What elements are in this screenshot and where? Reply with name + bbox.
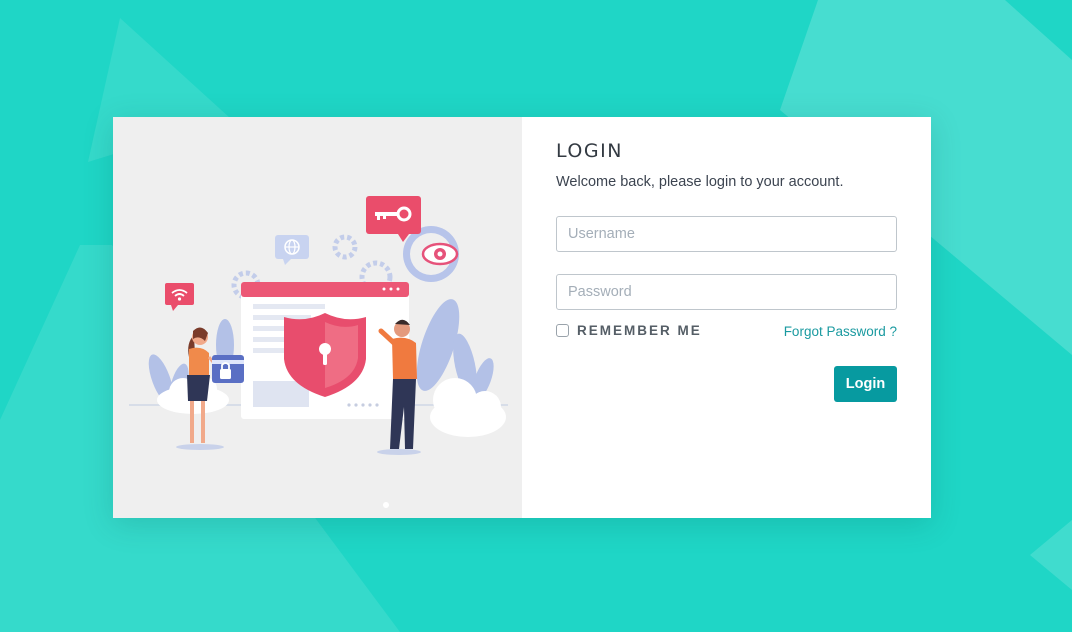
padlock-icon bbox=[212, 355, 244, 383]
illustration-panel bbox=[113, 117, 522, 518]
login-subtitle: Welcome back, please login to your accou… bbox=[556, 174, 844, 190]
remember-me-label[interactable]: REMEMBER ME bbox=[577, 323, 702, 338]
globe-icon bbox=[275, 235, 309, 265]
username-input[interactable] bbox=[556, 216, 897, 252]
password-input[interactable] bbox=[556, 274, 897, 310]
security-illustration bbox=[129, 196, 508, 455]
carousel-indicator[interactable] bbox=[383, 502, 389, 508]
forgot-password-link[interactable]: Forgot Password ? bbox=[784, 324, 897, 339]
wifi-icon bbox=[165, 283, 194, 311]
remember-me-checkbox[interactable] bbox=[556, 324, 569, 337]
remember-me-row[interactable]: REMEMBER ME bbox=[556, 323, 702, 338]
login-button[interactable]: Login bbox=[834, 366, 897, 402]
login-heading: LOGIN bbox=[556, 140, 623, 162]
login-form-panel: LOGIN Welcome back, please login to your… bbox=[522, 117, 931, 518]
login-card: LOGIN Welcome back, please login to your… bbox=[113, 117, 931, 518]
eye-icon bbox=[403, 226, 459, 282]
